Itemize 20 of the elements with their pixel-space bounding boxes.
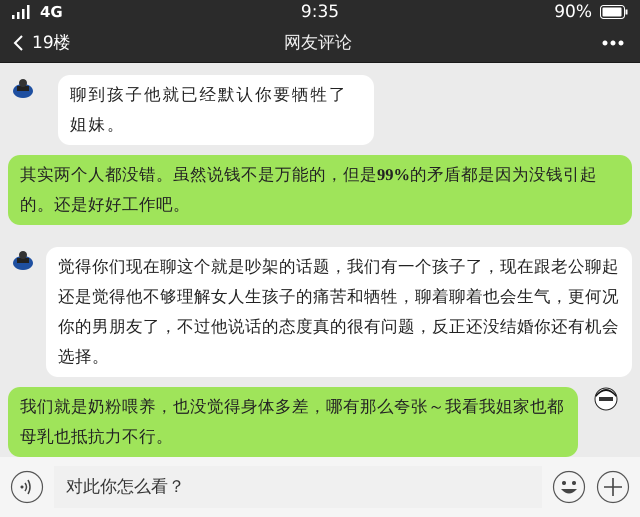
battery-percent: 90%: [554, 2, 592, 22]
message-bubble: 聊到孩子他就已经默认你要牺牲了姐妹。: [58, 74, 374, 144]
network-label: 4G: [40, 3, 63, 22]
clock: 9:35: [300, 2, 340, 22]
signal-icon: [12, 5, 32, 20]
more-icon[interactable]: [602, 40, 624, 46]
emoji-icon[interactable]: [552, 470, 586, 504]
message-bubble: 其实两个人都没错。虽然说钱不是万能的，但是99%的矛盾都是因为没钱引起的。还是好好工作吧。: [8, 154, 632, 224]
comment-input[interactable]: 对此你怎么看？: [54, 466, 542, 508]
battery-icon: [600, 5, 628, 20]
back-button[interactable]: 19楼: [12, 31, 102, 54]
page-title: 网友评论: [284, 32, 352, 54]
avatar-icon[interactable]: [12, 76, 34, 98]
avatar-icon[interactable]: [12, 248, 34, 270]
avatar-icon[interactable]: [594, 386, 618, 410]
voice-icon[interactable]: [10, 470, 44, 504]
plus-icon[interactable]: [596, 470, 630, 504]
message-bubble: 觉得你们现在聊这个就是吵架的话题，我们有一个孩子了，现在跟老公聊起还是觉得他不够理解女人生孩子的痛苦和牺牲，聊着聊着也会生气，更何况你的男朋友了，不过他说话的态度真的很有问题，反正还没结婚你还有机会选择。: [46, 246, 632, 376]
message-bubble: 我们就是奶粉喂养，也没觉得身体多差，哪有那么夸张～我看我姐家也都母乳也抵抗力不行。: [8, 386, 578, 456]
back-icon[interactable]: [12, 34, 24, 52]
